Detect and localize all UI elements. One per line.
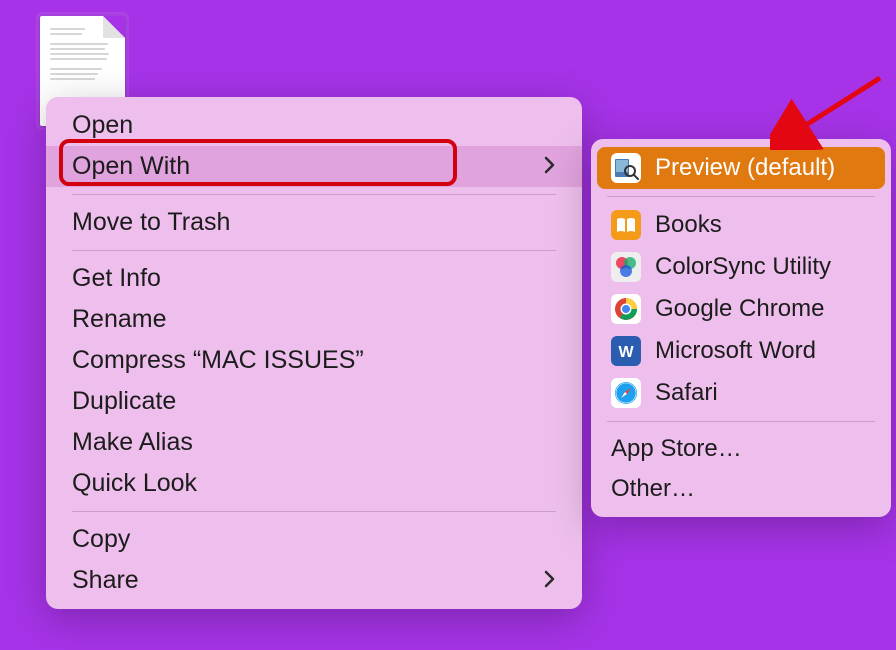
- chevron-right-icon: [544, 568, 556, 594]
- menu-item-label: Make Alias: [72, 428, 193, 457]
- menu-item-label: Quick Look: [72, 469, 197, 498]
- word-app-icon: W: [611, 336, 641, 366]
- safari-app-icon: [611, 378, 641, 408]
- menu-item-label: Rename: [72, 305, 167, 334]
- submenu-item-app-store[interactable]: App Store…: [597, 429, 885, 469]
- menu-item-duplicate[interactable]: Duplicate: [46, 381, 582, 422]
- menu-item-quick-look[interactable]: Quick Look: [46, 463, 582, 504]
- submenu-item-label: ColorSync Utility: [655, 253, 831, 281]
- submenu-item-label: Google Chrome: [655, 295, 824, 323]
- submenu-separator: [607, 196, 875, 197]
- submenu-item-label: Books: [655, 211, 722, 239]
- menu-item-open[interactable]: Open: [46, 105, 582, 146]
- menu-item-move-to-trash[interactable]: Move to Trash: [46, 202, 582, 243]
- submenu-item-label: Preview (default): [655, 154, 835, 182]
- submenu-separator: [607, 421, 875, 422]
- open-with-submenu: Preview (default) Books ColorSync Utilit…: [591, 139, 891, 517]
- menu-item-label: Open With: [72, 152, 190, 181]
- menu-item-label: Copy: [72, 525, 130, 554]
- books-app-icon: [611, 210, 641, 240]
- menu-separator: [72, 511, 556, 512]
- submenu-item-preview[interactable]: Preview (default): [597, 147, 885, 189]
- colorsync-app-icon: [611, 252, 641, 282]
- menu-item-label: Share: [72, 566, 139, 595]
- menu-item-make-alias[interactable]: Make Alias: [46, 422, 582, 463]
- menu-item-share[interactable]: Share: [46, 560, 582, 601]
- submenu-item-chrome[interactable]: Google Chrome: [597, 288, 885, 330]
- submenu-item-safari[interactable]: Safari: [597, 372, 885, 414]
- menu-item-compress[interactable]: Compress “MAC ISSUES”: [46, 340, 582, 381]
- menu-item-label: Move to Trash: [72, 208, 230, 237]
- submenu-item-word[interactable]: W Microsoft Word: [597, 330, 885, 372]
- menu-item-copy[interactable]: Copy: [46, 519, 582, 560]
- submenu-item-label: Other…: [611, 475, 695, 503]
- preview-app-icon: [611, 153, 641, 183]
- menu-item-open-with[interactable]: Open With: [46, 146, 582, 187]
- submenu-item-label: App Store…: [611, 435, 742, 463]
- submenu-item-books[interactable]: Books: [597, 204, 885, 246]
- context-menu: Open Open With Move to Trash Get Info Re…: [46, 97, 582, 609]
- submenu-item-label: Microsoft Word: [655, 337, 816, 365]
- menu-item-label: Open: [72, 111, 133, 140]
- menu-item-label: Compress “MAC ISSUES”: [72, 346, 364, 375]
- submenu-item-colorsync[interactable]: ColorSync Utility: [597, 246, 885, 288]
- submenu-item-other[interactable]: Other…: [597, 469, 885, 509]
- menu-item-get-info[interactable]: Get Info: [46, 258, 582, 299]
- annotation-arrow: [770, 70, 890, 150]
- menu-item-label: Get Info: [72, 264, 161, 293]
- menu-item-rename[interactable]: Rename: [46, 299, 582, 340]
- chrome-app-icon: [611, 294, 641, 324]
- menu-item-label: Duplicate: [72, 387, 176, 416]
- submenu-item-label: Safari: [655, 379, 718, 407]
- menu-separator: [72, 250, 556, 251]
- svg-text:W: W: [618, 344, 634, 361]
- menu-separator: [72, 194, 556, 195]
- chevron-right-icon: [544, 154, 556, 180]
